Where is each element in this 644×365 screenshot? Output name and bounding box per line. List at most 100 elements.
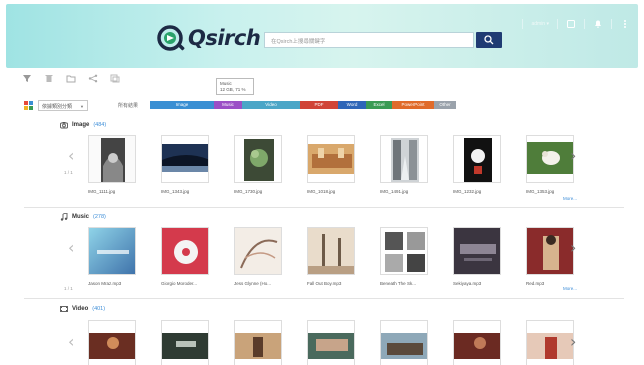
music-more-link[interactable]: More...: [563, 286, 577, 291]
category-chip-music[interactable]: Music: [214, 101, 242, 109]
album-cover: [380, 227, 428, 275]
music-filename: Sekiyaya.mp3: [453, 281, 482, 286]
image-pager: 1 / 1: [64, 170, 73, 175]
video-tile[interactable]: [88, 320, 138, 365]
category-chip-excel[interactable]: Excel: [366, 101, 392, 109]
filter-bar: 依據類別分類 ▼ 所有結果 Image Music Video PDF Word Exce…: [24, 100, 624, 112]
video-thumbnail: [526, 320, 574, 365]
search-icon: [484, 35, 494, 45]
share-icon[interactable]: [88, 74, 98, 83]
image-prev-arrow[interactable]: ‹: [68, 146, 74, 165]
video-tile[interactable]: [453, 320, 503, 365]
image-filename: IMG_1232.jpg: [453, 189, 482, 194]
image-thumbnail: [380, 135, 428, 183]
app-grid-icon[interactable]: [24, 101, 33, 110]
image-filename: IMG_1111.jpg: [88, 189, 116, 194]
image-more-link[interactable]: More...: [563, 196, 577, 201]
image-tile[interactable]: IMG_1491.jpg: [380, 135, 430, 194]
music-prev-arrow[interactable]: ‹: [68, 238, 74, 257]
device-icon[interactable]: [566, 19, 576, 29]
music-filename: Jess Glynne (Ho...: [234, 281, 272, 286]
bell-icon[interactable]: [593, 19, 603, 29]
album-cover: [307, 227, 355, 275]
video-thumbnail: [234, 320, 282, 365]
category-chip-image[interactable]: Image: [150, 101, 214, 109]
image-tile[interactable]: IMG_1343.jpg: [161, 135, 211, 194]
music-section: Music (278) ‹ Jason Mraz.mp3 Giorgio Mor…: [60, 212, 620, 298]
album-cover: [234, 227, 282, 275]
film-icon: [60, 306, 68, 312]
category-chip-other[interactable]: Other: [434, 101, 456, 109]
music-tile[interactable]: Sekiyaya.mp3: [453, 227, 503, 286]
image-tile[interactable]: IMG_1730.jpg: [234, 135, 284, 194]
image-tile[interactable]: IMG_1353.jpg: [526, 135, 576, 194]
sort-dropdown[interactable]: 依據類別分類 ▼: [38, 100, 88, 111]
image-thumbnail: [526, 135, 574, 183]
video-tile[interactable]: [380, 320, 430, 365]
music-tile[interactable]: Fall Out Boy.mp3: [307, 227, 357, 286]
sort-dropdown-value: 依據類別分類: [42, 104, 73, 110]
filter-icon[interactable]: [22, 74, 32, 83]
video-tile[interactable]: [161, 320, 211, 365]
music-next-arrow[interactable]: ›: [570, 238, 576, 257]
music-filename: Jason Mraz.mp3: [88, 281, 122, 286]
hover-tooltip: Music 12 GB, 71 %: [216, 78, 254, 95]
header-divider: [611, 19, 612, 29]
music-filename: Giorgio Moroder...: [161, 281, 198, 286]
music-tile[interactable]: Beneath The Sk...: [380, 227, 430, 286]
music-note-icon: [60, 213, 68, 221]
header-divider: [522, 19, 524, 29]
music-filename: Beneath The Sk...: [380, 281, 416, 286]
image-thumbnail: [88, 135, 136, 183]
image-tile[interactable]: IMG_1111.jpg: [88, 135, 138, 194]
category-chip-word[interactable]: Word: [338, 101, 366, 109]
image-thumbnail: [453, 135, 501, 183]
chevron-down-icon: ▼: [80, 104, 84, 109]
delete-icon[interactable]: [44, 74, 54, 83]
search-input[interactable]: 在Qsirch上搜尋關鍵字: [264, 32, 474, 48]
video-next-arrow[interactable]: ›: [570, 332, 576, 351]
more-vertical-icon[interactable]: [620, 19, 630, 29]
video-section-count[interactable]: (401): [92, 306, 105, 312]
tooltip-detail: 12 GB, 71 %: [220, 87, 246, 92]
camera-icon: [60, 122, 68, 129]
video-thumbnail: [88, 320, 136, 365]
image-thumbnail: [307, 135, 355, 183]
video-tile[interactable]: [307, 320, 357, 365]
copy-icon[interactable]: [110, 74, 120, 83]
image-section-header: Image (484): [60, 120, 106, 130]
video-prev-arrow[interactable]: ‹: [68, 332, 74, 351]
image-tile[interactable]: IMG_1018.jpg: [307, 135, 357, 194]
user-menu[interactable]: admin ▾: [531, 21, 549, 27]
section-divider: [24, 298, 624, 299]
music-tile[interactable]: Jess Glynne (Ho...: [234, 227, 284, 286]
search-button[interactable]: [476, 32, 502, 48]
image-section-count[interactable]: (484): [93, 122, 106, 128]
header-divider: [584, 19, 585, 29]
video-section-header: Video (401): [60, 304, 105, 314]
video-tiles: [88, 320, 576, 365]
video-section-title: Video: [72, 306, 89, 312]
category-chip-powerpoint[interactable]: PowerPoint: [392, 101, 434, 109]
header-divider: [557, 19, 558, 29]
music-tile[interactable]: Giorgio Moroder...: [161, 227, 211, 286]
music-section-count[interactable]: (278): [93, 214, 106, 220]
album-cover: [526, 227, 574, 275]
category-chip-video[interactable]: Video: [242, 101, 300, 109]
video-thumbnail: [380, 320, 428, 365]
image-next-arrow[interactable]: ›: [570, 146, 576, 165]
video-tile[interactable]: [234, 320, 284, 365]
image-filename: IMG_1491.jpg: [380, 189, 409, 194]
image-tile[interactable]: IMG_1232.jpg: [453, 135, 503, 194]
all-results-label: 所有結果: [118, 103, 139, 109]
category-chip-pdf[interactable]: PDF: [300, 101, 338, 109]
folder-icon[interactable]: [66, 74, 76, 83]
music-pager: 1 / 1: [64, 286, 73, 291]
video-tile[interactable]: [526, 320, 576, 365]
image-section-title: Image: [72, 122, 90, 128]
image-section: Image (484) ‹ IMG_1111.jpg IMG_1343.jpg …: [60, 120, 620, 208]
music-tile[interactable]: Red.mp3: [526, 227, 576, 286]
music-tile[interactable]: Jason Mraz.mp3: [88, 227, 138, 286]
qsirch-logo-icon: [157, 25, 185, 51]
category-chips: Image Music Video PDF Word Excel PowerPoint Oth…: [150, 101, 456, 109]
